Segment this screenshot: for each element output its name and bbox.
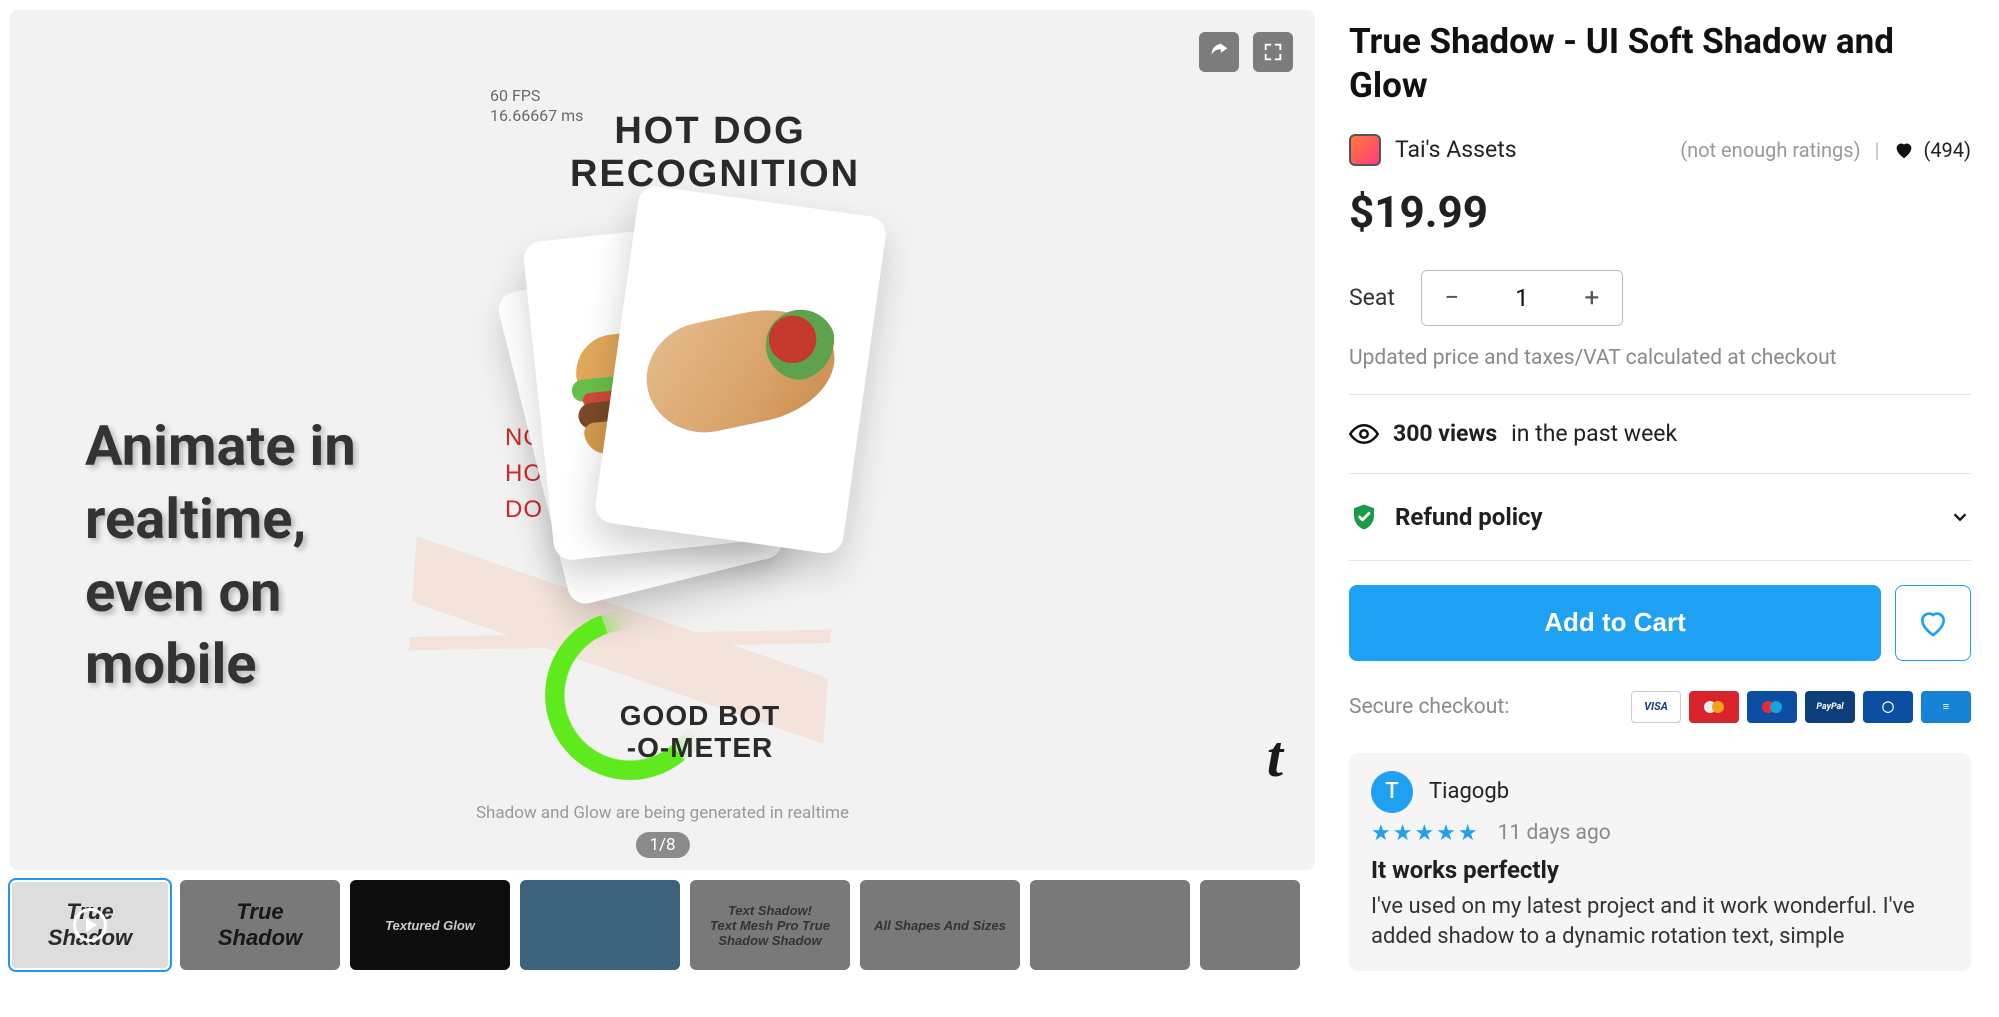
card-front — [593, 184, 888, 555]
thumbnail-label: Text Shadow! Text Mesh Pro True Shadow S… — [706, 899, 834, 952]
share-button[interactable] — [1199, 32, 1239, 72]
seat-label: Seat — [1349, 284, 1395, 311]
chevron-down-icon — [1949, 506, 1971, 528]
thumbnail-4[interactable] — [520, 880, 680, 970]
thumbnail-label — [596, 921, 604, 929]
burrito-illustration — [636, 296, 845, 443]
thumbnail-3[interactable]: Textured Glow — [350, 880, 510, 970]
review-card: T Tiagogb ★★★★★ 11 days ago It works per… — [1349, 753, 1971, 972]
thumbnail-row: True Shadow True Shadow Textured Glow Te… — [10, 880, 1315, 976]
visa-icon: VISA — [1631, 691, 1681, 723]
thumbnail-2[interactable]: True Shadow — [180, 880, 340, 970]
fullscreen-icon — [1262, 41, 1284, 63]
cta-row: Add to Cart — [1349, 585, 1971, 661]
views-row: 300 views in the past week — [1349, 419, 1971, 449]
ratings-note: (not enough ratings) — [1680, 138, 1860, 162]
heart-icon — [1893, 139, 1915, 161]
favorites-count[interactable]: (494) — [1893, 138, 1971, 162]
review-meta: ★★★★★ 11 days ago — [1371, 821, 1949, 846]
shield-check-icon — [1349, 502, 1379, 532]
review-author: Tiagogb — [1429, 779, 1509, 804]
thumbnail-7[interactable] — [1030, 880, 1190, 970]
mastercard-icon — [1689, 691, 1739, 723]
seat-stepper: − 1 + — [1421, 270, 1623, 326]
detail-column: True Shadow - UI Soft Shadow and Glow Ta… — [1315, 0, 1999, 1017]
play-icon — [73, 908, 107, 942]
seat-value: 1 — [1482, 284, 1562, 312]
review-date: 11 days ago — [1498, 821, 1611, 845]
product-title: True Shadow - UI Soft Shadow and Glow — [1349, 20, 1971, 108]
tax-note: Updated price and taxes/VAT calculated a… — [1349, 346, 1971, 370]
media-pager: 1/8 — [635, 832, 689, 858]
thumbnail-6[interactable]: All Shapes And Sizes — [860, 880, 1020, 970]
thumbnail-1[interactable]: True Shadow — [10, 880, 170, 970]
thumbnail-5[interactable]: Text Shadow! Text Mesh Pro True Shadow S… — [690, 880, 850, 970]
refund-policy-toggle[interactable]: Refund policy — [1349, 498, 1971, 560]
review-stars: ★★★★★ — [1371, 821, 1480, 846]
eye-icon — [1349, 419, 1379, 449]
gauge-label: GOOD BOT -O-METER — [610, 700, 790, 764]
media-column: 60 FPS 16.66667 ms HOT DOG RECOGNITION T… — [0, 0, 1315, 1017]
divider — [1349, 473, 1971, 474]
thumbnail-label: Textured Glow — [381, 914, 479, 937]
maestro-icon — [1747, 691, 1797, 723]
seat-decrement[interactable]: − — [1422, 271, 1482, 325]
publisher-meta: (not enough ratings) | (494) — [1680, 138, 1971, 162]
divider — [1349, 560, 1971, 561]
views-suffix: in the past week — [1511, 420, 1677, 447]
views-count: 300 views — [1393, 420, 1497, 447]
review-avatar: T — [1371, 771, 1413, 813]
review-header: T Tiagogb — [1371, 771, 1949, 813]
publisher-row: Tai's Assets (not enough ratings) | (494… — [1349, 134, 1971, 166]
media-action-bar — [1199, 32, 1293, 72]
divider — [1349, 394, 1971, 395]
card-stack — [545, 200, 825, 600]
overlay-heading: Animate in realtime, even on mobile — [85, 410, 505, 701]
thumbnail-label — [1106, 921, 1114, 929]
price: $19.99 — [1349, 186, 1971, 238]
secure-checkout-row: Secure checkout: VISA PayPal ◯ ≡ — [1349, 691, 1971, 723]
thumbnail-label — [1246, 921, 1254, 929]
media-caption: Shadow and Glow are being generated in r… — [10, 803, 1315, 823]
paypal-icon: PayPal — [1805, 691, 1855, 723]
separator: | — [1875, 138, 1880, 162]
review-body: I've used on my latest project and it wo… — [1371, 892, 1949, 954]
media-main-preview: 60 FPS 16.66667 ms HOT DOG RECOGNITION T… — [10, 10, 1315, 870]
watermark: t — [1267, 723, 1283, 790]
add-to-cart-button[interactable]: Add to Cart — [1349, 585, 1881, 661]
seat-row: Seat − 1 + — [1349, 270, 1971, 326]
wishlist-button[interactable] — [1895, 585, 1971, 661]
thumbnail-label: All Shapes And Sizes — [870, 914, 1010, 937]
publisher-link[interactable]: Tai's Assets — [1395, 136, 1517, 163]
payment-cards: VISA PayPal ◯ ≡ — [1631, 691, 1971, 723]
thumbnail-8[interactable] — [1200, 880, 1300, 970]
amex-icon: ≡ — [1921, 691, 1971, 723]
publisher-icon — [1349, 134, 1381, 166]
thumbnail-label: True Shadow — [218, 899, 302, 951]
review-title: It works perfectly — [1371, 856, 1949, 884]
fullscreen-button[interactable] — [1253, 32, 1293, 72]
diners-icon: ◯ — [1863, 691, 1913, 723]
refund-label: Refund policy — [1395, 503, 1543, 531]
heart-outline-icon — [1917, 607, 1949, 639]
secure-label: Secure checkout: — [1349, 695, 1509, 719]
seat-increment[interactable]: + — [1562, 271, 1622, 325]
share-icon — [1208, 41, 1230, 63]
